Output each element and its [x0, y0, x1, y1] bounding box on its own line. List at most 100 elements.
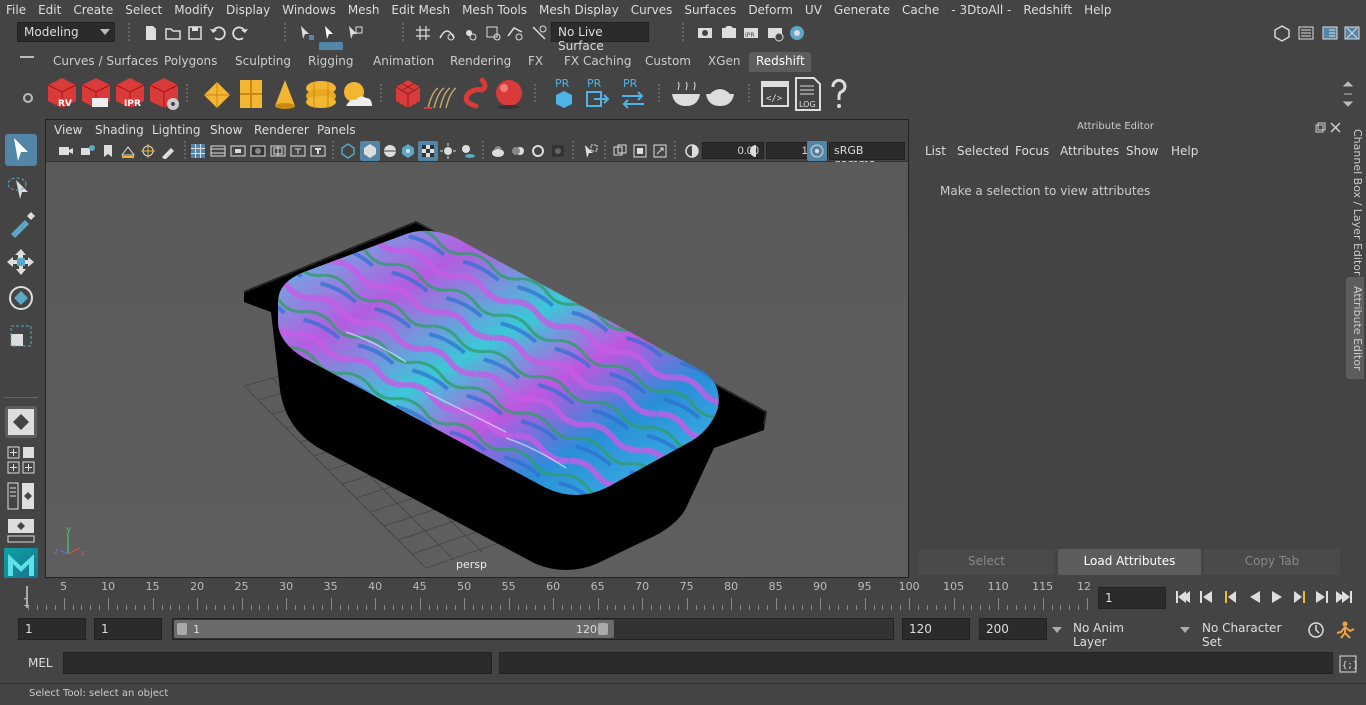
menu-mesh-display[interactable]: Mesh Display [533, 3, 625, 17]
xray-icon[interactable] [400, 143, 416, 159]
wireframe-icon[interactable] [340, 143, 356, 159]
chevron-down-icon[interactable] [1180, 627, 1190, 633]
snap-surface-icon[interactable] [506, 24, 524, 42]
anti-aliasing-icon[interactable] [530, 143, 546, 159]
character-set-dropdown[interactable]: No Character Set [1197, 618, 1301, 649]
viewport-menu-lighting[interactable]: Lighting [152, 123, 201, 137]
attr-menu-attributes[interactable]: Attributes [1060, 144, 1119, 158]
shelf-tab-rendering[interactable]: Rendering [443, 52, 518, 72]
script-language-toggle[interactable]: MEL [0, 652, 60, 676]
camera-attributes-icon[interactable] [80, 143, 96, 159]
menu-generate[interactable]: Generate [828, 3, 896, 17]
auto-key-icon[interactable] [1307, 621, 1325, 639]
menu-display[interactable]: Display [220, 3, 276, 17]
viewport-menu-shading[interactable]: Shading [95, 123, 144, 137]
shelf-tab-curves-surfaces[interactable]: Curves / Surfaces [46, 52, 165, 72]
hypershade-icon[interactable] [788, 24, 806, 42]
select-button[interactable]: Select [918, 549, 1055, 575]
move-tool-button[interactable] [5, 246, 37, 278]
point-light-icon[interactable] [272, 78, 298, 110]
float-panel-icon[interactable] [1315, 122, 1326, 133]
resolution-gate-icon[interactable] [230, 143, 246, 159]
paint-select-tool-button[interactable] [5, 208, 37, 240]
chevron-down-icon[interactable] [1052, 627, 1062, 633]
outliner-layout-button[interactable] [5, 480, 37, 512]
safe-action-icon[interactable] [290, 143, 306, 159]
viewport-3d-canvas[interactable]: y x z persp [46, 162, 908, 577]
frame-selection-icon[interactable] [632, 143, 648, 159]
shelf-tab-xgen[interactable]: XGen [701, 52, 748, 72]
new-scene-icon[interactable] [142, 24, 160, 42]
script-editor-icon[interactable]: </> [760, 78, 790, 110]
playback-end-field[interactable]: 120 [902, 618, 970, 640]
bake-icon[interactable] [670, 82, 702, 108]
snap-curve-icon[interactable] [438, 24, 456, 42]
copy-tab-button[interactable]: Copy Tab [1204, 549, 1340, 575]
script-editor-icon[interactable]: {;} [1339, 655, 1357, 673]
rect-light-icon[interactable] [202, 80, 232, 110]
lasso-tool-button[interactable] [5, 172, 37, 204]
viewport-menu-show[interactable]: Show [210, 123, 242, 137]
color-space-dropdown[interactable]: sRGB gamma [829, 142, 905, 170]
select-tool-button[interactable] [5, 134, 37, 166]
motion-blur-icon[interactable] [510, 143, 526, 159]
log-file-icon[interactable]: LOG [794, 76, 822, 112]
grid-icon[interactable] [190, 143, 206, 159]
shelf-tab-sculpting[interactable]: Sculpting [228, 52, 298, 72]
gate-mask-icon[interactable] [250, 143, 266, 159]
redshift-material-ball-icon[interactable] [492, 78, 524, 110]
shelf-tab-animation[interactable]: Animation [366, 52, 441, 72]
attr-menu-show[interactable]: Show [1126, 144, 1158, 158]
render-view-icon[interactable] [696, 24, 714, 42]
attr-menu-list[interactable]: List [925, 144, 946, 158]
camera-icon[interactable] [58, 143, 74, 159]
menu-modify[interactable]: Modify [168, 3, 220, 17]
sun-sky-icon[interactable] [340, 80, 374, 110]
screen-space-ao-icon[interactable] [490, 143, 506, 159]
menu-cache[interactable]: Cache [896, 3, 945, 17]
use-all-lights-icon[interactable] [440, 143, 456, 159]
mode-dropdown[interactable]: Modeling [17, 22, 115, 42]
menu-windows[interactable]: Windows [276, 3, 342, 17]
frame-zoom-icon[interactable] [652, 143, 668, 159]
post-fx-export-icon[interactable]: PR [584, 76, 610, 110]
single-perspective-layout-button[interactable] [5, 406, 37, 438]
shelf-tab-fx[interactable]: FX [521, 52, 550, 72]
animation-start-field[interactable]: 1 [18, 618, 86, 640]
isolate-select-icon[interactable] [582, 143, 598, 159]
select-hierarchy-icon[interactable] [298, 24, 316, 42]
help-question-icon[interactable] [830, 78, 848, 110]
scale-tool-button[interactable] [5, 320, 37, 352]
menu-select[interactable]: Select [119, 3, 168, 17]
menu-redshift[interactable]: Redshift [1017, 3, 1078, 17]
shelf-tab-custom[interactable]: Custom [638, 52, 698, 72]
redshift-hair-icon[interactable] [424, 84, 458, 110]
menu-help[interactable]: Help [1078, 3, 1117, 17]
dome-light-icon[interactable] [304, 78, 338, 110]
viewport-menu-panels[interactable]: Panels [317, 123, 356, 137]
shelf-tab-fx-caching[interactable]: FX Caching [557, 52, 638, 72]
toggle-tool-settings-icon[interactable] [1297, 24, 1315, 42]
menu-surfaces[interactable]: Surfaces [678, 3, 742, 17]
bookmark-icon[interactable] [100, 143, 116, 159]
perspective-viewport[interactable]: View Shading Lighting Show Renderer Pane… [45, 119, 909, 578]
four-view-layout-button[interactable] [5, 444, 37, 476]
redshift-proxy-icon[interactable] [394, 78, 422, 110]
shadows-icon[interactable] [460, 143, 476, 159]
close-panel-icon[interactable] [1330, 122, 1341, 133]
shelf-tab-rigging[interactable]: Rigging [301, 52, 360, 72]
live-surface-field[interactable]: No Live Surface [551, 22, 649, 53]
snap-grid-icon[interactable] [414, 24, 432, 42]
select-component-icon[interactable] [346, 24, 364, 42]
menu-edit[interactable]: Edit [32, 3, 67, 17]
gamma-icon[interactable] [748, 143, 764, 159]
time-slider[interactable]: 5 10 15 20 25 30 35 40 45 50 55 60 65 70 75 80 85 90 95 100… [16, 580, 1092, 610]
shelf-menu-icon[interactable] [20, 56, 34, 58]
side-tab-attribute-editor[interactable]: Attribute Editor [1346, 277, 1364, 379]
undo-icon[interactable] [208, 24, 226, 42]
render-settings-icon[interactable] [766, 24, 784, 42]
range-slider-handle[interactable] [174, 620, 614, 638]
snap-point-icon[interactable] [460, 24, 478, 42]
attr-menu-focus[interactable]: Focus [1015, 144, 1049, 158]
exposure-icon[interactable] [684, 143, 700, 159]
